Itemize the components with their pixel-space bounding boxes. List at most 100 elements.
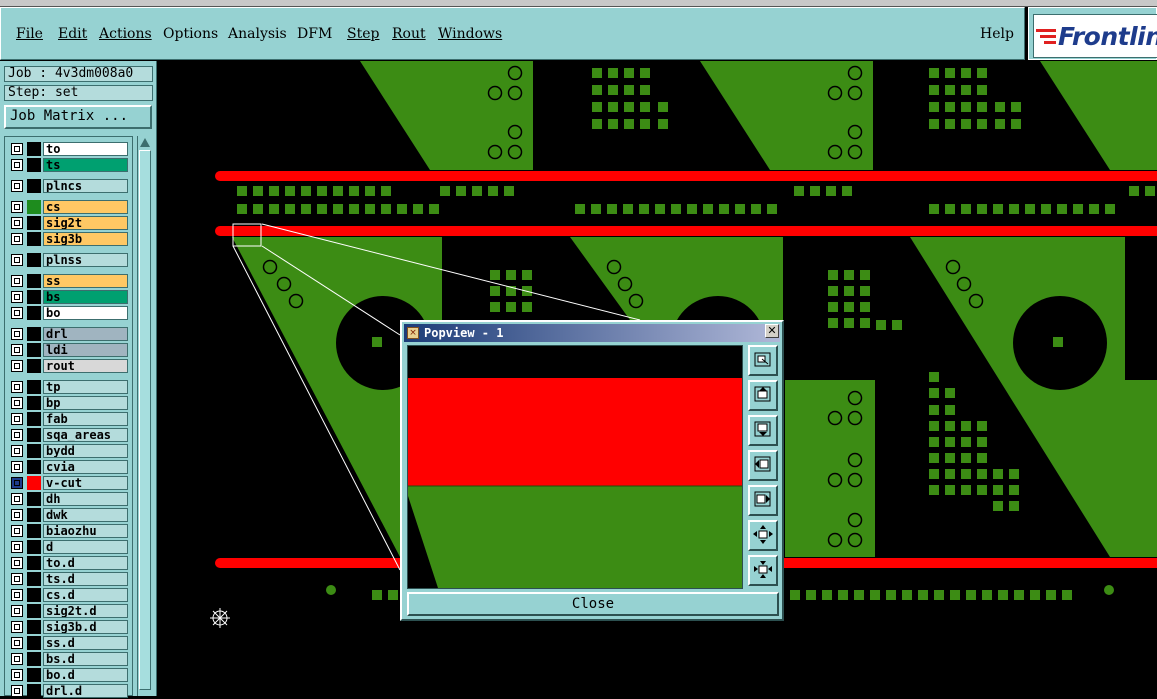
layer-row-dwk[interactable]: dwk [5,507,134,523]
layer-color-swatch[interactable] [27,343,41,357]
menu-analysis[interactable]: Analysis [228,26,287,42]
layer-row-drl.d[interactable]: drl.d [5,683,134,699]
layer-name[interactable]: d [43,540,128,554]
layer-name[interactable]: sig2t.d [43,604,128,618]
layer-color-swatch[interactable] [27,572,41,586]
layer-checkbox[interactable] [11,637,23,649]
menu-help[interactable]: Help [980,26,1014,42]
layer-name[interactable]: fab [43,412,128,426]
layer-row-cs[interactable]: cs [5,199,134,215]
layer-checkbox[interactable] [11,669,23,681]
layer-name[interactable]: bo [43,306,128,320]
layer-checkbox[interactable] [11,461,23,473]
layer-color-swatch[interactable] [27,524,41,538]
layer-row-dh[interactable]: dh [5,491,134,507]
layer-row-ts[interactable]: ts [5,157,134,173]
layer-checkbox[interactable] [11,254,23,266]
menu-options[interactable]: Options [163,26,218,42]
layer-name[interactable]: cs.d [43,588,128,602]
layer-color-swatch[interactable] [27,604,41,618]
layer-name[interactable]: dh [43,492,128,506]
scroll-thumb[interactable] [139,150,151,690]
layer-name[interactable]: ts [43,158,128,172]
zoom-in-icon[interactable] [748,520,778,551]
layer-row-drl[interactable]: drl [5,326,134,342]
layer-checkbox[interactable] [11,573,23,585]
layer-name[interactable]: bs [43,290,128,304]
layer-checkbox[interactable] [11,307,23,319]
layer-list-scrollbar[interactable] [137,136,153,696]
layer-color-swatch[interactable] [27,306,41,320]
layer-row-sig3b[interactable]: sig3b [5,231,134,247]
layer-checkbox[interactable] [11,525,23,537]
layer-color-swatch[interactable] [27,253,41,267]
layer-color-swatch[interactable] [27,412,41,426]
layer-name[interactable]: rout [43,359,128,373]
layer-name[interactable]: cvia [43,460,128,474]
layer-name[interactable]: sqa_areas [43,428,128,442]
layer-row-bp[interactable]: bp [5,395,134,411]
layer-color-swatch[interactable] [27,620,41,634]
layer-row-rout[interactable]: rout [5,358,134,374]
layer-name[interactable]: sig2t [43,216,128,230]
layer-checkbox[interactable] [11,328,23,340]
layer-row-cs.d[interactable]: cs.d [5,587,134,603]
layer-checkbox[interactable] [11,605,23,617]
menu-rout[interactable]: Rout [392,26,426,42]
layer-checkbox[interactable] [11,413,23,425]
layer-color-swatch[interactable] [27,142,41,156]
pan-down-icon[interactable] [748,415,778,446]
menu-step[interactable]: Step [347,26,379,42]
layer-color-swatch[interactable] [27,636,41,650]
layer-checkbox[interactable] [11,275,23,287]
layer-checkbox[interactable] [11,143,23,155]
close-icon[interactable]: ✕ [765,324,779,338]
layer-checkbox[interactable] [11,180,23,192]
layer-name[interactable]: v-cut [43,476,128,490]
layer-color-swatch[interactable] [27,428,41,442]
popview-title-bar[interactable]: × Popview - 1 [404,324,780,342]
pan-right-icon[interactable] [748,485,778,516]
layer-color-swatch[interactable] [27,179,41,193]
layer-name[interactable]: bp [43,396,128,410]
job-matrix-button[interactable]: Job Matrix ... [4,105,152,129]
layer-row-to.d[interactable]: to.d [5,555,134,571]
layer-row-cvia[interactable]: cvia [5,459,134,475]
layer-checkbox[interactable] [11,509,23,521]
popview-zoom-area[interactable] [407,345,743,589]
layer-color-swatch[interactable] [27,232,41,246]
layer-row-v-cut[interactable]: v-cut [5,475,134,491]
layer-row-ss.d[interactable]: ss.d [5,635,134,651]
layer-checkbox[interactable] [11,360,23,372]
menu-file[interactable]: File [16,26,43,42]
layer-color-swatch[interactable] [27,508,41,522]
layer-row-d[interactable]: d [5,539,134,555]
menu-windows[interactable]: Windows [438,26,502,42]
layer-color-swatch[interactable] [27,652,41,666]
layer-name[interactable]: sig3b [43,232,128,246]
layer-name[interactable]: bs.d [43,652,128,666]
layer-checkbox[interactable] [11,344,23,356]
layer-name[interactable]: plncs [43,179,128,193]
layer-color-swatch[interactable] [27,444,41,458]
layer-name[interactable]: to [43,142,128,156]
zoom-out-icon[interactable] [748,555,778,586]
layer-name[interactable]: ldi [43,343,128,357]
layer-checkbox[interactable] [11,397,23,409]
layer-row-fab[interactable]: fab [5,411,134,427]
layer-color-swatch[interactable] [27,588,41,602]
layer-checkbox[interactable] [11,201,23,213]
layer-row-ldi[interactable]: ldi [5,342,134,358]
layer-row-sig2t[interactable]: sig2t [5,215,134,231]
layer-row-bs.d[interactable]: bs.d [5,651,134,667]
layer-checkbox[interactable] [11,685,23,697]
menu-dfm[interactable]: DFM [297,26,332,42]
layer-color-swatch[interactable] [27,396,41,410]
layer-checkbox[interactable] [11,159,23,171]
pan-up-icon[interactable] [748,380,778,411]
layer-name[interactable]: dwk [43,508,128,522]
layer-row-plnss[interactable]: plnss [5,252,134,268]
layer-name[interactable]: cs [43,200,128,214]
layer-color-swatch[interactable] [27,158,41,172]
popview-close-button[interactable]: Close [407,592,779,616]
